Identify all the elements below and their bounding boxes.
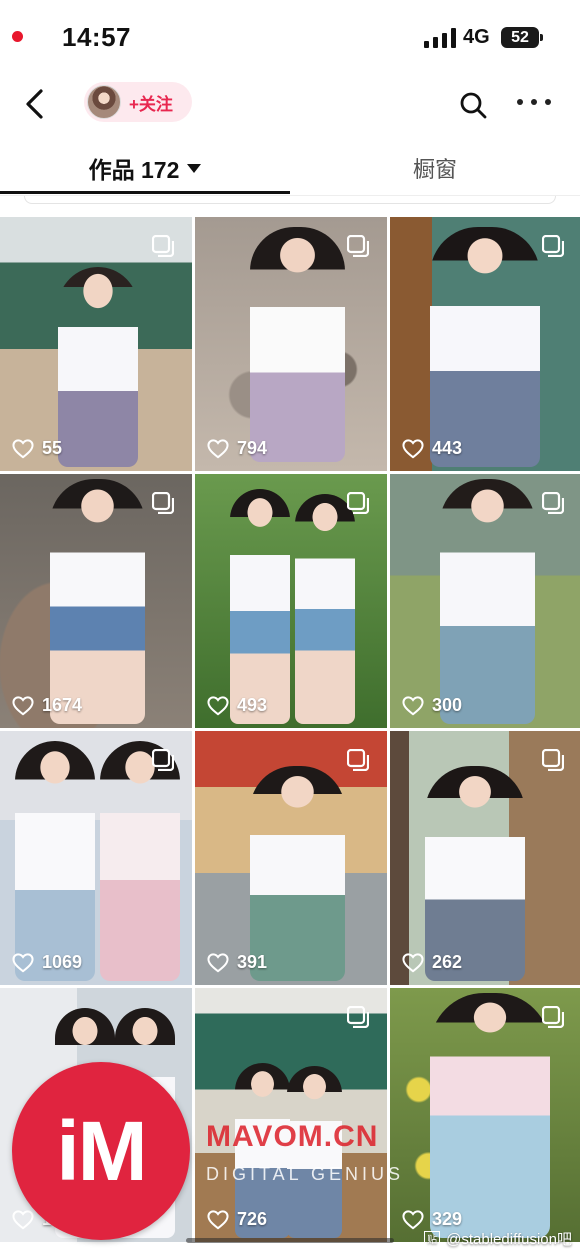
multi-image-icon xyxy=(347,235,369,257)
caret-down-icon xyxy=(187,163,202,173)
multi-image-icon xyxy=(542,235,564,257)
like-count: 443 xyxy=(402,438,462,459)
multi-image-icon xyxy=(347,749,369,771)
heart-icon xyxy=(402,695,424,715)
like-count-value: 726 xyxy=(237,1209,268,1229)
heart-icon xyxy=(207,438,229,458)
more-options-icon[interactable] xyxy=(517,96,551,108)
work-tile[interactable]: 1674 xyxy=(0,474,192,728)
tab-works-label: 作品 172 xyxy=(88,157,180,183)
like-count: 794 xyxy=(207,438,267,459)
multi-image-icon xyxy=(542,749,564,771)
like-count-value: 794 xyxy=(237,438,268,458)
work-tile[interactable]: 300 xyxy=(390,474,580,728)
like-count-value: 1674 xyxy=(42,695,83,715)
like-count: 1674 xyxy=(12,695,82,716)
work-tile[interactable]: 794 xyxy=(195,217,387,471)
like-count-value: 1069 xyxy=(42,952,83,972)
work-tile[interactable]: 329 xyxy=(390,988,580,1242)
follow-button[interactable]: +关注 xyxy=(84,82,192,122)
like-count-value: 262 xyxy=(432,952,463,972)
status-time: 14:57 xyxy=(62,22,131,52)
heart-icon xyxy=(12,952,34,972)
watermark-main: MAVOM.CN xyxy=(206,1120,379,1153)
heart-icon xyxy=(402,438,424,458)
multi-image-icon xyxy=(542,1006,564,1028)
like-count: 55 xyxy=(12,438,62,459)
heart-icon xyxy=(12,438,34,458)
work-tile[interactable]: 55 xyxy=(0,217,192,471)
work-tile[interactable]: 443 xyxy=(390,217,580,471)
heart-icon xyxy=(207,1209,229,1229)
like-count-value: 443 xyxy=(432,438,463,458)
tab-works[interactable]: 作品 172 xyxy=(0,140,290,196)
watermark-sub: DIGITAL GENIUS xyxy=(206,1164,405,1184)
work-tile[interactable]: 726 xyxy=(195,988,387,1242)
filter-strip xyxy=(24,196,556,204)
heart-icon xyxy=(207,695,229,715)
work-tile[interactable]: 1069 xyxy=(0,731,192,985)
avatar[interactable] xyxy=(87,85,121,119)
multi-image-icon xyxy=(152,235,174,257)
im-logo: iM xyxy=(12,1062,190,1240)
like-count-value: 329 xyxy=(432,1209,463,1229)
like-count: 329 xyxy=(402,1209,462,1230)
like-count-value: 300 xyxy=(432,695,463,715)
multi-image-icon xyxy=(347,492,369,514)
content-tabs: 作品 172 橱窗 xyxy=(0,140,580,196)
credit-text: @stablediffusion吧 xyxy=(446,1231,572,1248)
tieba-badge-icon: 贴 xyxy=(424,1230,441,1247)
back-arrow-icon[interactable] xyxy=(20,86,50,122)
multi-image-icon xyxy=(152,749,174,771)
home-indicator[interactable] xyxy=(186,1238,394,1243)
work-tile[interactable]: 493 xyxy=(195,474,387,728)
watermark: MAVOM.CN DIGITAL GENIUS xyxy=(206,1120,446,1185)
multi-image-icon xyxy=(542,492,564,514)
like-count-value: 391 xyxy=(237,952,268,972)
network-type: 4G xyxy=(463,26,490,48)
work-tile[interactable]: 391 xyxy=(195,731,387,985)
recording-dot-icon xyxy=(12,31,23,42)
heart-icon xyxy=(402,1209,424,1229)
like-count: 726 xyxy=(207,1209,267,1230)
like-count: 300 xyxy=(402,695,462,716)
like-count: 262 xyxy=(402,952,462,973)
search-icon[interactable] xyxy=(458,90,488,120)
top-nav: +关注 xyxy=(0,76,580,136)
like-count: 1069 xyxy=(12,952,82,973)
heart-icon xyxy=(12,1209,34,1229)
source-credit: 贴 @stablediffusion吧 xyxy=(424,1228,572,1249)
tab-window-label: 橱窗 xyxy=(412,157,457,182)
status-bar: 14:57 4G 52 xyxy=(0,0,580,76)
tab-window[interactable]: 橱窗 xyxy=(290,140,580,196)
signal-bars-icon xyxy=(424,28,456,48)
work-tile[interactable]: 262 xyxy=(390,731,580,985)
heart-icon xyxy=(207,952,229,972)
like-count-value: 493 xyxy=(237,695,268,715)
multi-image-icon xyxy=(347,1006,369,1028)
like-count: 493 xyxy=(207,695,267,716)
active-tab-underline xyxy=(0,191,290,194)
multi-image-icon xyxy=(152,492,174,514)
battery-icon: 52 xyxy=(501,27,543,48)
like-count-value: 55 xyxy=(42,438,63,458)
heart-icon xyxy=(402,952,424,972)
follow-label: +关注 xyxy=(129,94,173,114)
heart-icon xyxy=(12,695,34,715)
like-count: 391 xyxy=(207,952,267,973)
